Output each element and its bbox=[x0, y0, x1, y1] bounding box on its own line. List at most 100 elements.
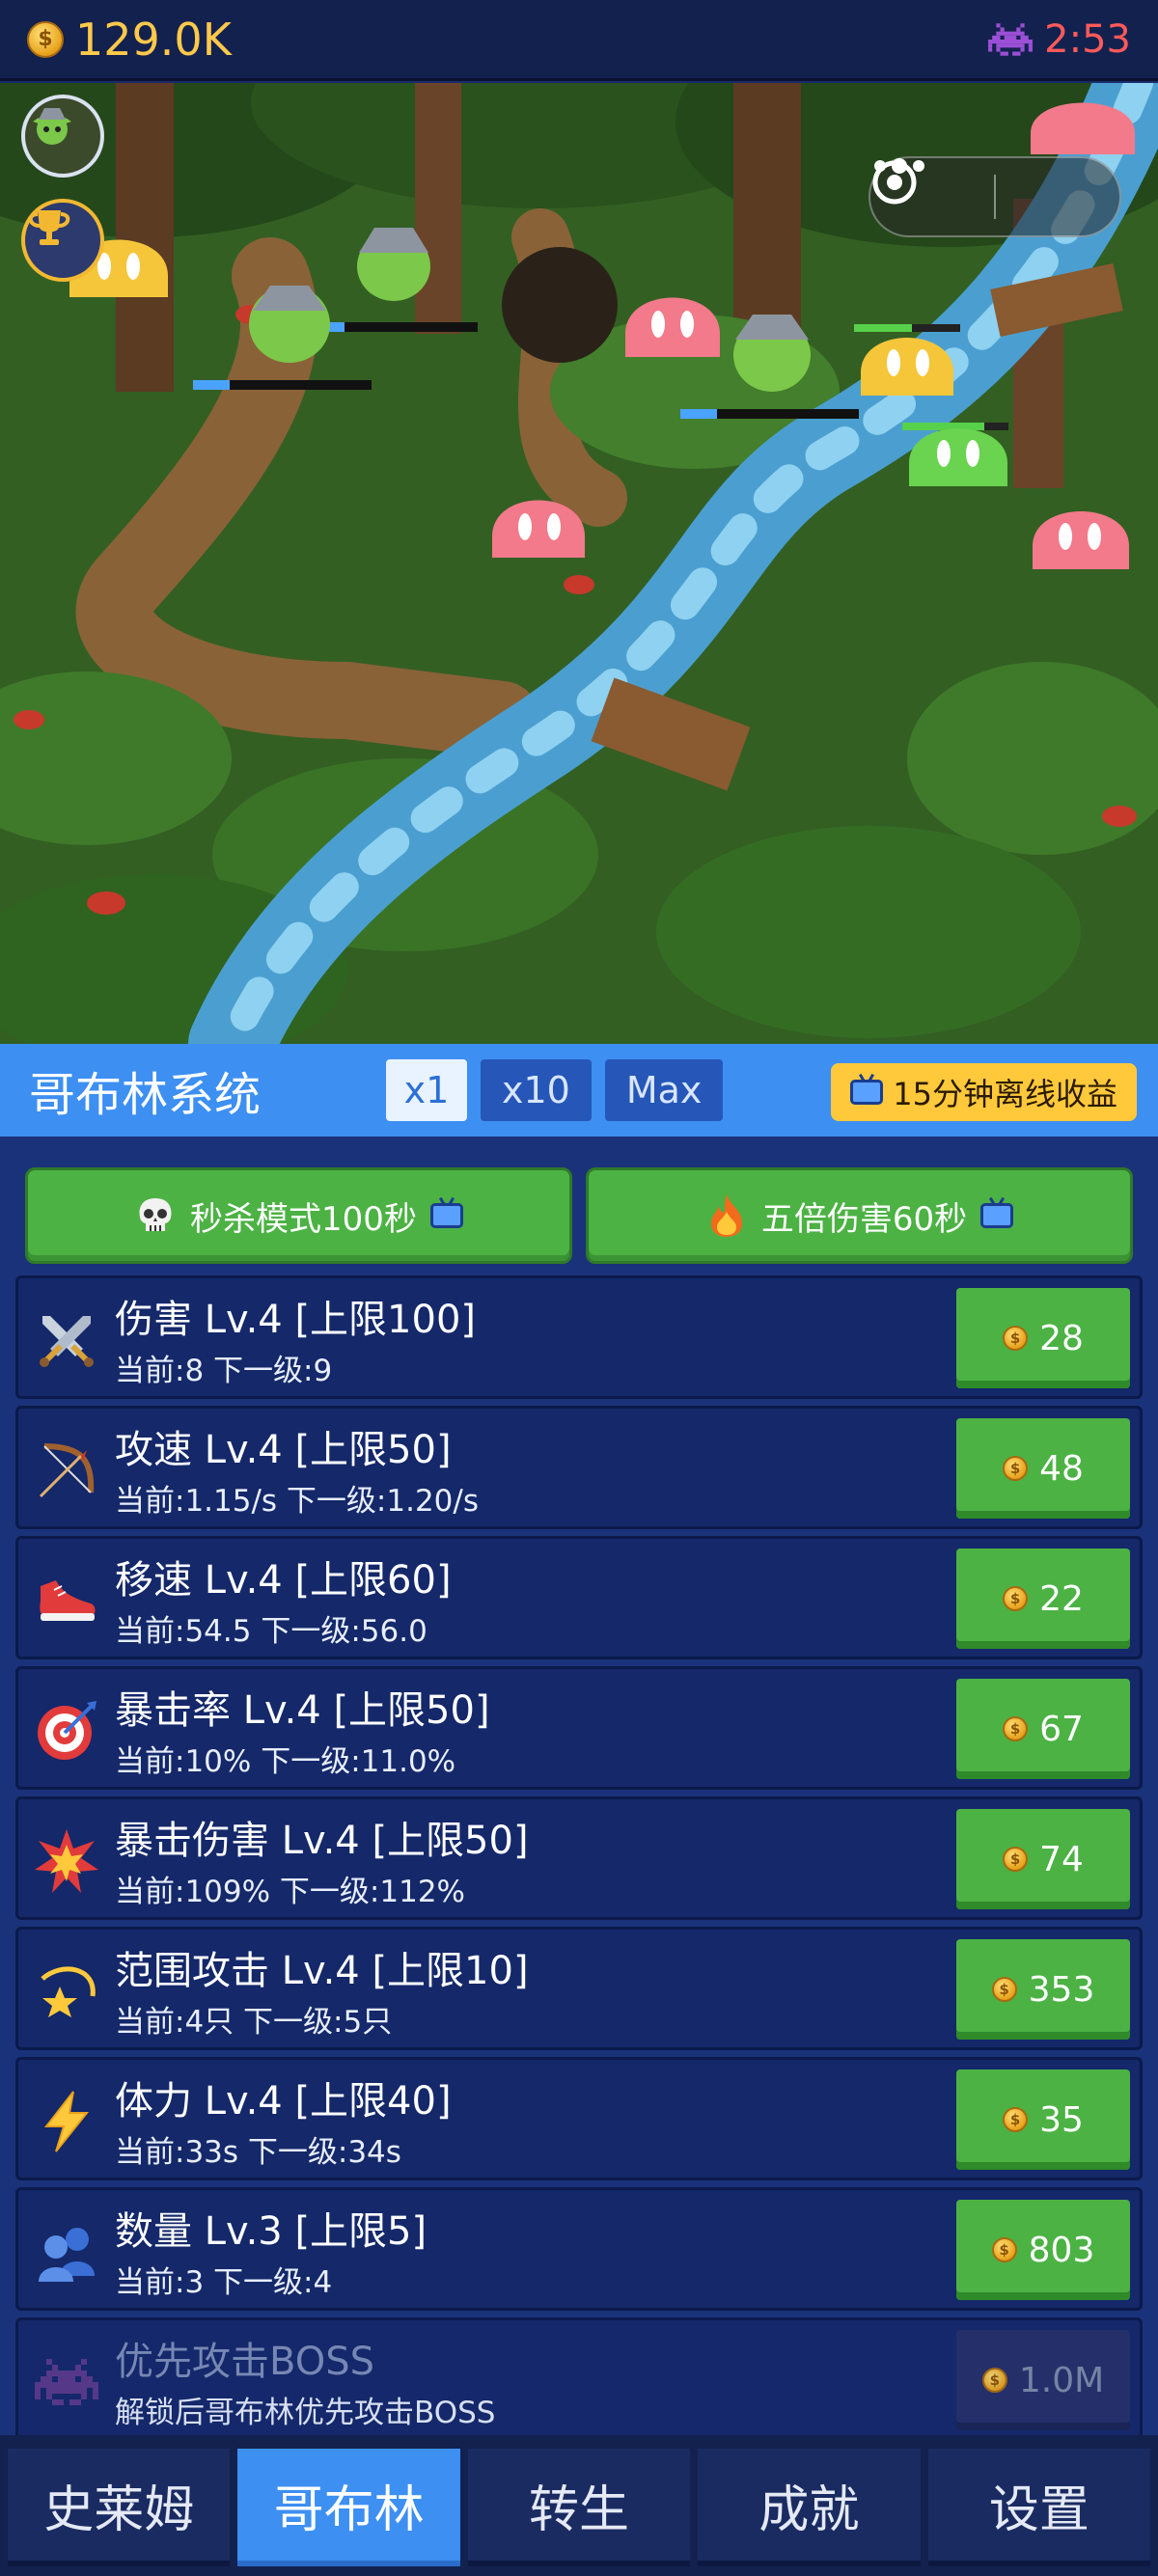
upgrade-cost: 353 bbox=[1028, 1969, 1095, 2010]
tv-icon bbox=[980, 1203, 1014, 1228]
timer-value: 2:53 bbox=[1044, 16, 1131, 62]
upgrade-quantity-button[interactable]: $ 803 bbox=[956, 2200, 1130, 2300]
gold-coin-icon: $ bbox=[1003, 1326, 1029, 1351]
upgrade-row-stamina: 体力 Lv.4 [上限40] 当前:33s 下一级:34s $ 35 bbox=[15, 2057, 1143, 2180]
multiplier-x1-button[interactable]: x1 bbox=[386, 1059, 467, 1121]
gold-coin-icon: $ bbox=[1003, 1847, 1029, 1872]
gold-coin-icon: $ bbox=[1003, 2107, 1029, 2132]
upgrade-row-crit-rate: 暴击率 Lv.4 [上限50] 当前:10% 下一级:11.0% $ 67 bbox=[15, 1666, 1143, 1790]
upgrade-stats: 当前:54.5 下一级:56.0 bbox=[115, 1614, 427, 1649]
gold-coin-icon: $ bbox=[27, 20, 64, 58]
upgrade-row-boss-priority: 优先攻击BOSS 解锁后哥布林优先攻击BOSS $ 1.0M bbox=[15, 2317, 1143, 2441]
multiplier-x10-button[interactable]: x10 bbox=[481, 1059, 592, 1121]
space-invader-icon bbox=[30, 2345, 103, 2419]
gold-coin-icon: $ bbox=[1003, 1456, 1029, 1481]
upgrade-title: 体力 Lv.4 [上限40] bbox=[115, 2079, 452, 2124]
upgrade-row-area-attack: 范围攻击 Lv.4 [上限10] 当前:4只 下一级:5只 $ 353 bbox=[15, 1927, 1143, 2050]
upgrade-cost: 35 bbox=[1039, 2099, 1084, 2140]
upgrade-title: 暴击率 Lv.4 [上限50] bbox=[115, 1688, 490, 1733]
upgrade-panel: 秒杀模式100秒 五倍伤害60秒 伤害 Lv.4 [上限100] 当前:8 下一… bbox=[0, 1137, 1158, 2441]
goblin-avatar-icon bbox=[33, 108, 71, 145]
upgrade-title: 暴击伤害 Lv.4 [上限50] bbox=[115, 1819, 529, 1863]
upgrade-title: 移速 Lv.4 [上限60] bbox=[115, 1558, 452, 1603]
upgrade-cost: 67 bbox=[1039, 1709, 1084, 1749]
offline-earnings-button[interactable]: 15分钟离线收益 bbox=[831, 1063, 1137, 1121]
miniprogram-capsule bbox=[868, 156, 1121, 237]
upgrade-stats: 解锁后哥布林优先攻击BOSS bbox=[115, 2396, 496, 2430]
sword-icon bbox=[30, 1303, 103, 1377]
boss-timer: 2:53 bbox=[988, 17, 1131, 62]
tv-icon bbox=[429, 1203, 463, 1228]
tab-settings[interactable]: 设置 bbox=[927, 2449, 1151, 2566]
burst-icon bbox=[30, 1824, 103, 1898]
upgrade-row-crit-damage: 暴击伤害 Lv.4 [上限50] 当前:109% 下一级:112% $ 74 bbox=[15, 1796, 1143, 1920]
upgrade-row-damage: 伤害 Lv.4 [上限100] 当前:8 下一级:9 $ 28 bbox=[15, 1275, 1143, 1399]
upgrade-title: 伤害 Lv.4 [上限100] bbox=[115, 1298, 477, 1342]
upgrade-damage-button[interactable]: $ 28 bbox=[956, 1288, 1130, 1388]
upgrade-crit-damage-button[interactable]: $ 74 bbox=[956, 1809, 1130, 1909]
upgrade-title: 优先攻击BOSS bbox=[115, 2340, 375, 2384]
upgrade-list: 伤害 Lv.4 [上限100] 当前:8 下一级:9 $ 28 攻速 Lv.4 … bbox=[15, 1275, 1143, 2448]
gold-display: $ 129.0K bbox=[27, 14, 232, 66]
upgrade-stats: 当前:109% 下一级:112% bbox=[115, 1875, 465, 1909]
tab-slime[interactable]: 史莱姆 bbox=[8, 2449, 231, 2566]
upgrade-move-speed-button[interactable]: $ 22 bbox=[956, 1548, 1130, 1649]
gold-coin-icon: $ bbox=[991, 1977, 1017, 2002]
close-miniprogram-button[interactable] bbox=[872, 158, 1119, 235]
upgrade-row-move-speed: 移速 Lv.4 [上限60] 当前:54.5 下一级:56.0 $ 22 bbox=[15, 1536, 1143, 1659]
goblin-avatar-button[interactable] bbox=[21, 95, 104, 178]
lightning-icon bbox=[30, 2085, 103, 2158]
upgrade-title: 攻速 Lv.4 [上限50] bbox=[115, 1428, 452, 1472]
space-invader-icon bbox=[988, 22, 1034, 56]
upgrade-title: 数量 Lv.3 [上限5] bbox=[115, 2209, 427, 2254]
gold-coin-icon: $ bbox=[991, 2237, 1017, 2262]
boost-row: 秒杀模式100秒 五倍伤害60秒 bbox=[25, 1167, 1133, 1264]
tv-icon bbox=[850, 1080, 884, 1105]
multiplier-max-button[interactable]: Max bbox=[604, 1059, 724, 1121]
tab-achievements[interactable]: 成就 bbox=[698, 2449, 921, 2566]
upgrade-row-quantity: 数量 Lv.3 [上限5] 当前:3 下一级:4 $ 803 bbox=[15, 2187, 1143, 2311]
target-circle-icon bbox=[872, 160, 917, 205]
goblin-system-header: 哥布林系统 x1 x10 Max 15分钟离线收益 bbox=[0, 1044, 1158, 1137]
star-swoosh-icon bbox=[30, 1955, 103, 2028]
upgrade-crit-rate-button[interactable]: $ 67 bbox=[956, 1679, 1130, 1779]
offline-earnings-label: 15分钟离线收益 bbox=[893, 1076, 1117, 1112]
upgrade-title: 范围攻击 Lv.4 [上限10] bbox=[115, 1949, 529, 1993]
five-times-damage-boost-button[interactable]: 五倍伤害60秒 bbox=[586, 1167, 1133, 1264]
tab-goblin[interactable]: 哥布林 bbox=[237, 2449, 460, 2566]
upgrade-stats: 当前:3 下一级:4 bbox=[115, 2265, 333, 2300]
upgrade-row-attack-speed: 攻速 Lv.4 [上限50] 当前:1.15/s 下一级:1.20/s $ 48 bbox=[15, 1406, 1143, 1529]
bow-icon bbox=[30, 1434, 103, 1507]
upgrade-stats: 当前:10% 下一级:11.0% bbox=[115, 1744, 456, 1779]
gold-coin-icon: $ bbox=[1003, 1586, 1029, 1611]
upgrade-cost: 1.0M bbox=[1018, 2360, 1105, 2400]
upgrade-stats: 当前:33s 下一级:34s bbox=[115, 2135, 401, 2170]
upgrade-cost: 22 bbox=[1039, 1578, 1084, 1619]
target-icon bbox=[30, 1694, 103, 1768]
upgrade-attack-speed-button[interactable]: $ 48 bbox=[956, 1418, 1130, 1519]
five-times-damage-boost-label: 五倍伤害60秒 bbox=[760, 1199, 968, 1239]
instant-kill-boost-label: 秒杀模式100秒 bbox=[190, 1199, 417, 1239]
fire-icon bbox=[710, 1194, 742, 1237]
trophy-icon bbox=[28, 210, 70, 245]
gold-amount: 129.0K bbox=[75, 13, 232, 66]
gold-coin-icon: $ bbox=[981, 2368, 1007, 2393]
upgrade-stats: 当前:1.15/s 下一级:1.20/s bbox=[115, 1484, 479, 1519]
upgrade-area-attack-button[interactable]: $ 353 bbox=[956, 1939, 1130, 2040]
shoe-icon bbox=[30, 1564, 103, 1637]
upgrade-stats: 当前:8 下一级:9 bbox=[115, 1354, 333, 1388]
upgrade-cost: 803 bbox=[1028, 2230, 1095, 2270]
instant-kill-boost-button[interactable]: 秒杀模式100秒 bbox=[25, 1167, 572, 1264]
gold-coin-icon: $ bbox=[1003, 1716, 1029, 1741]
bottom-tab-bar: 史莱姆 哥布林 转生 成就 设置 bbox=[0, 2435, 1158, 2576]
unlock-boss-priority-button[interactable]: $ 1.0M bbox=[956, 2330, 1130, 2430]
skull-icon bbox=[139, 1198, 172, 1231]
trophy-button[interactable] bbox=[21, 199, 104, 282]
upgrade-stamina-button[interactable]: $ 35 bbox=[956, 2069, 1130, 2170]
people-icon bbox=[30, 2215, 103, 2288]
game-scene[interactable] bbox=[0, 83, 1158, 1044]
tab-rebirth[interactable]: 转生 bbox=[467, 2449, 691, 2566]
upgrade-cost: 28 bbox=[1039, 1318, 1084, 1358]
upgrade-cost: 74 bbox=[1039, 1839, 1084, 1879]
system-title: 哥布林系统 bbox=[29, 1068, 262, 1122]
